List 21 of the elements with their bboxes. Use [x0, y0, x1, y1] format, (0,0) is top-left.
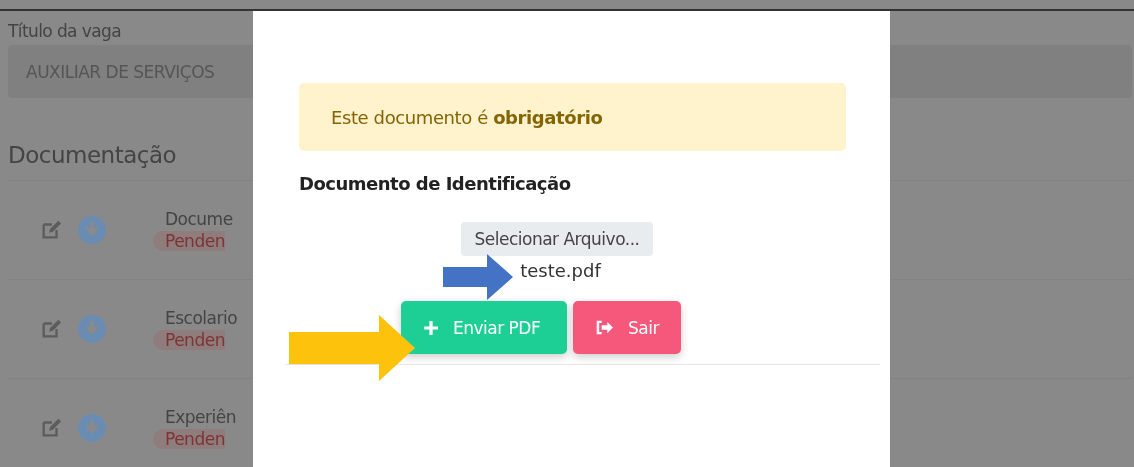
field-label: Título da vaga [8, 21, 122, 43]
select-file-button[interactable]: Selecionar Arquivo... [460, 222, 654, 256]
document-name: Escolario [165, 308, 238, 328]
download-icon[interactable] [78, 315, 106, 343]
download-icon[interactable] [78, 216, 106, 244]
exit-button[interactable]: Sair [573, 301, 681, 354]
status-badge: Penden [153, 429, 225, 449]
send-pdf-button[interactable]: Enviar PDF [401, 301, 567, 354]
edit-icon[interactable] [40, 219, 62, 241]
document-name: Docume [165, 209, 233, 229]
sign-out-icon [595, 320, 614, 335]
edit-icon[interactable] [40, 417, 62, 439]
alert-message: Este documento é obrigatório [299, 83, 846, 151]
plus-icon [423, 319, 439, 336]
status-badge: Penden [153, 231, 225, 251]
status-badge: Penden [153, 330, 225, 350]
file-name: teste.pdf [520, 260, 601, 281]
download-icon[interactable] [78, 414, 106, 442]
edit-icon[interactable] [40, 318, 62, 340]
arrow [443, 254, 513, 300]
document-name: Experiên [165, 407, 236, 427]
